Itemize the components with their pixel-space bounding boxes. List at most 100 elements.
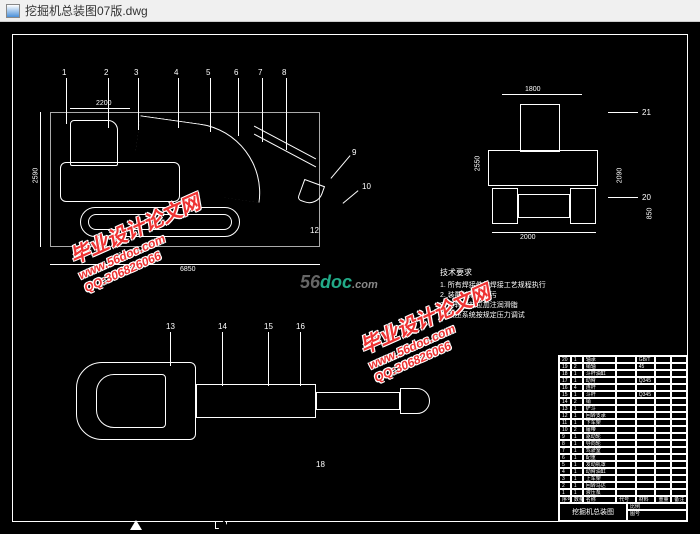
cab-outline	[70, 120, 118, 166]
leader	[170, 332, 171, 366]
bom-header-cell: 名称	[583, 496, 616, 503]
bom-cell: 1	[571, 440, 583, 447]
note-line: 3. 各转动部位加注润滑脂	[440, 301, 546, 311]
bom-cell: 2	[571, 426, 583, 433]
logo-com: .com	[352, 279, 378, 291]
bom-row: 51发动机罩	[559, 461, 687, 468]
bom-row: 171动臂Q345	[559, 377, 687, 384]
bom-cell	[616, 356, 636, 363]
bom-header-cell: 材料	[636, 496, 656, 503]
bom-cell	[616, 398, 636, 405]
dim: 2090	[616, 168, 623, 184]
bom-cell: 销	[583, 398, 616, 405]
rear-body	[488, 150, 598, 186]
bom-cell	[616, 461, 636, 468]
bom-cell	[636, 468, 656, 475]
callout: 16	[296, 322, 305, 331]
bom-cell: 1	[559, 489, 571, 496]
bom-cell: 1	[571, 468, 583, 475]
note-line: 4. 液压系统按规定压力调试	[440, 311, 546, 321]
bom-row: 61配重	[559, 454, 687, 461]
bom-cell	[616, 440, 636, 447]
bom-row: 131铲斗	[559, 405, 687, 412]
dim: 2000	[520, 234, 536, 241]
bom-cell	[616, 475, 636, 482]
bom-cell	[655, 419, 671, 426]
rear-under	[518, 194, 570, 218]
bom-header-cell: 备注	[671, 496, 687, 503]
leader	[608, 197, 638, 198]
dim: 2550	[474, 156, 481, 172]
bom-cell: 上车架	[583, 475, 616, 482]
bom-cell	[671, 454, 687, 461]
bom-cell: 履带	[583, 426, 616, 433]
bom-header-cell: 代号	[616, 496, 636, 503]
leader	[66, 78, 67, 124]
leader	[238, 78, 239, 136]
rear-track-r	[570, 188, 596, 224]
bom-cell: 驾驶室	[583, 447, 616, 454]
leader	[300, 332, 301, 386]
bom-cell	[636, 370, 656, 377]
bom-cell: 铲斗	[583, 405, 616, 412]
plan-bucket	[400, 388, 430, 414]
bom-cell: 45	[636, 363, 656, 370]
bom-cell: 1	[571, 461, 583, 468]
bom-cell	[671, 482, 687, 489]
bom-cell: 14	[559, 398, 571, 405]
bom-cell: 15	[559, 391, 571, 398]
bom-cell: 液压泵	[583, 489, 616, 496]
bom-cell: 发动机罩	[583, 461, 616, 468]
bom-row: 151斗杆Q345	[559, 391, 687, 398]
bom-cell: 2	[571, 363, 583, 370]
callout: 13	[166, 322, 175, 331]
bom-cell	[636, 447, 656, 454]
bom-cell	[655, 370, 671, 377]
bom-row: 181斗杆油缸	[559, 370, 687, 377]
logo-56: 56	[300, 272, 320, 292]
plan-boom	[196, 384, 316, 418]
bom-rows: 201轴承GB/T192销轴45181斗杆油缸171动臂Q345164连杆151…	[559, 356, 687, 496]
callout: 2	[104, 68, 108, 77]
bom-cell	[616, 384, 636, 391]
note-line: 1. 所有焊接件按焊接工艺规程执行	[440, 281, 546, 291]
bom-cell	[655, 426, 671, 433]
bom-cell	[655, 454, 671, 461]
bom-cell	[655, 433, 671, 440]
bom-cell	[636, 482, 656, 489]
bom-cell	[671, 489, 687, 496]
dwg-file-icon	[6, 4, 20, 18]
bom-cell: 10	[559, 426, 571, 433]
bom-row: 21回转马达	[559, 482, 687, 489]
bom-row: 31上车架	[559, 475, 687, 482]
leader	[178, 78, 179, 128]
bom-cell	[671, 419, 687, 426]
bom-cell: 4	[571, 384, 583, 391]
bom-cell: 8	[559, 440, 571, 447]
bom-cell	[655, 440, 671, 447]
leader	[286, 78, 287, 150]
bom-cell: 2	[559, 482, 571, 489]
leader	[268, 332, 269, 386]
bom-cell: 1	[571, 454, 583, 461]
bom-cell: 1	[571, 419, 583, 426]
bom-cell	[655, 384, 671, 391]
callout: 20	[642, 193, 651, 202]
bom-row: 41动臂油缸	[559, 468, 687, 475]
bom-cell	[671, 426, 687, 433]
bom-cell	[655, 461, 671, 468]
callout: 7	[258, 68, 262, 77]
bom-cell	[671, 363, 687, 370]
bom-cell	[671, 440, 687, 447]
bom-cell	[671, 433, 687, 440]
sheet-label: 图号	[627, 510, 687, 521]
bom-row: 142销	[559, 398, 687, 405]
bom-cell: 1	[571, 433, 583, 440]
cad-canvas[interactable]: 1 2 3 4 5 6 7 8 9 10 12 2200 2590 1074 6…	[0, 22, 700, 534]
dim-line	[502, 94, 582, 95]
bom-cell: 配重	[583, 454, 616, 461]
callout: 1	[62, 68, 66, 77]
bom-header-cell: 数量	[571, 496, 583, 503]
bom-cell	[655, 356, 671, 363]
callout: 12	[310, 226, 319, 235]
